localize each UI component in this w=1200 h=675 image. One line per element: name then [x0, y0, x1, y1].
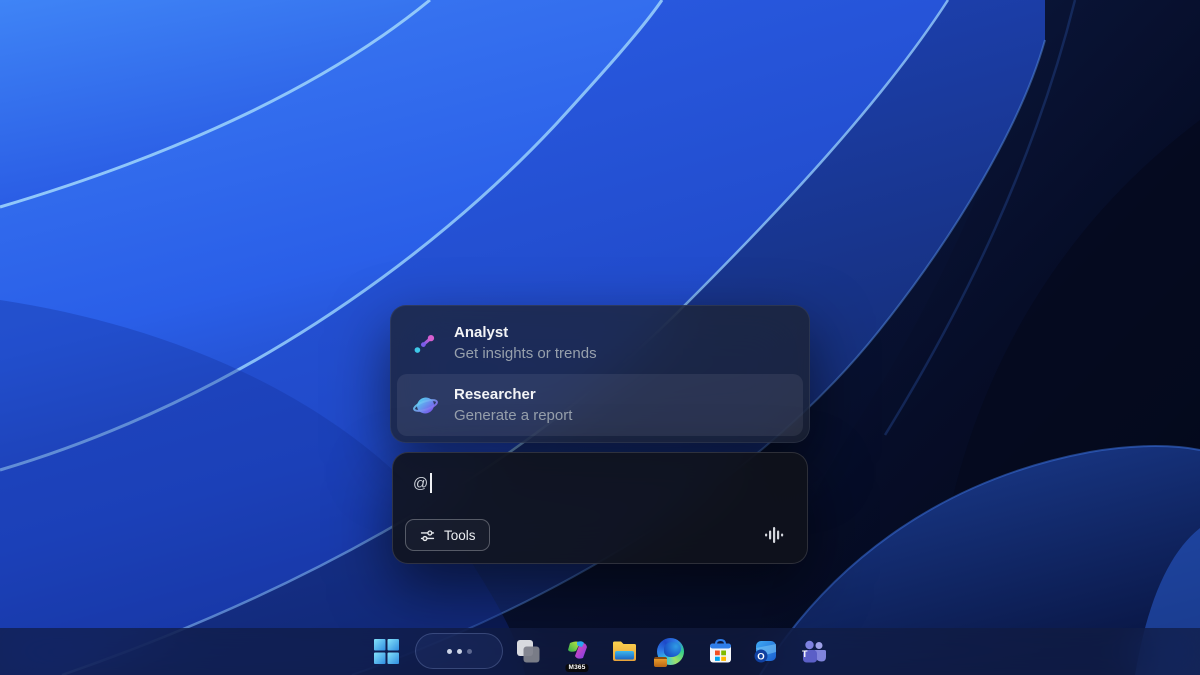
- menu-item-subtitle: Get insights or trends: [454, 343, 597, 364]
- menu-item-title: Analyst: [454, 322, 597, 343]
- svg-text:O: O: [757, 651, 764, 662]
- typing-dot: [447, 649, 452, 654]
- taskbar: M365: [0, 628, 1200, 675]
- prompt-input[interactable]: @: [413, 473, 432, 493]
- menu-item-subtitle: Generate a report: [454, 405, 572, 426]
- tools-button-label: Tools: [444, 528, 476, 543]
- trend-line-icon: [411, 329, 439, 357]
- m365-copilot-icon: [564, 638, 591, 665]
- menu-item-analyst[interactable]: Analyst Get insights or trends: [397, 312, 803, 374]
- edge-browser-app[interactable]: [650, 631, 690, 671]
- m365-copilot-app[interactable]: M365: [557, 631, 597, 671]
- file-explorer-icon: [611, 638, 638, 665]
- windows-start-icon: [373, 638, 400, 665]
- waveform-icon: [763, 524, 785, 546]
- tools-button[interactable]: Tools: [405, 519, 490, 551]
- microsoft-store-icon: [707, 638, 734, 665]
- typing-dot: [467, 649, 472, 654]
- voice-input-button[interactable]: [763, 524, 785, 546]
- start-button[interactable]: [366, 631, 406, 671]
- microsoft-store-app[interactable]: [700, 631, 740, 671]
- menu-item-researcher[interactable]: Researcher Generate a report: [397, 374, 803, 436]
- desktop: Analyst Get insights or trends: [0, 0, 1200, 675]
- text-caret: [430, 473, 432, 493]
- menu-item-title: Researcher: [454, 384, 572, 405]
- typing-dot: [457, 649, 462, 654]
- planet-ring-icon: [411, 391, 439, 419]
- prompt-composer: @ Tools: [392, 452, 808, 564]
- outlook-icon: O: [752, 638, 779, 665]
- agent-picker-menu: Analyst Get insights or trends: [390, 305, 810, 443]
- m365-badge: M365: [565, 664, 588, 673]
- task-view-button[interactable]: [508, 631, 548, 671]
- task-view-icon: [515, 638, 541, 664]
- work-briefcase-badge-icon: [654, 657, 667, 667]
- file-explorer-app[interactable]: [604, 631, 644, 671]
- sliders-icon: [419, 527, 436, 544]
- teams-badge: T: [802, 650, 808, 659]
- edge-icon: [657, 638, 684, 665]
- outlook-app[interactable]: O: [745, 631, 785, 671]
- teams-app[interactable]: T: [793, 631, 833, 671]
- prompt-input-value: @: [413, 475, 428, 492]
- search-box[interactable]: [415, 633, 503, 669]
